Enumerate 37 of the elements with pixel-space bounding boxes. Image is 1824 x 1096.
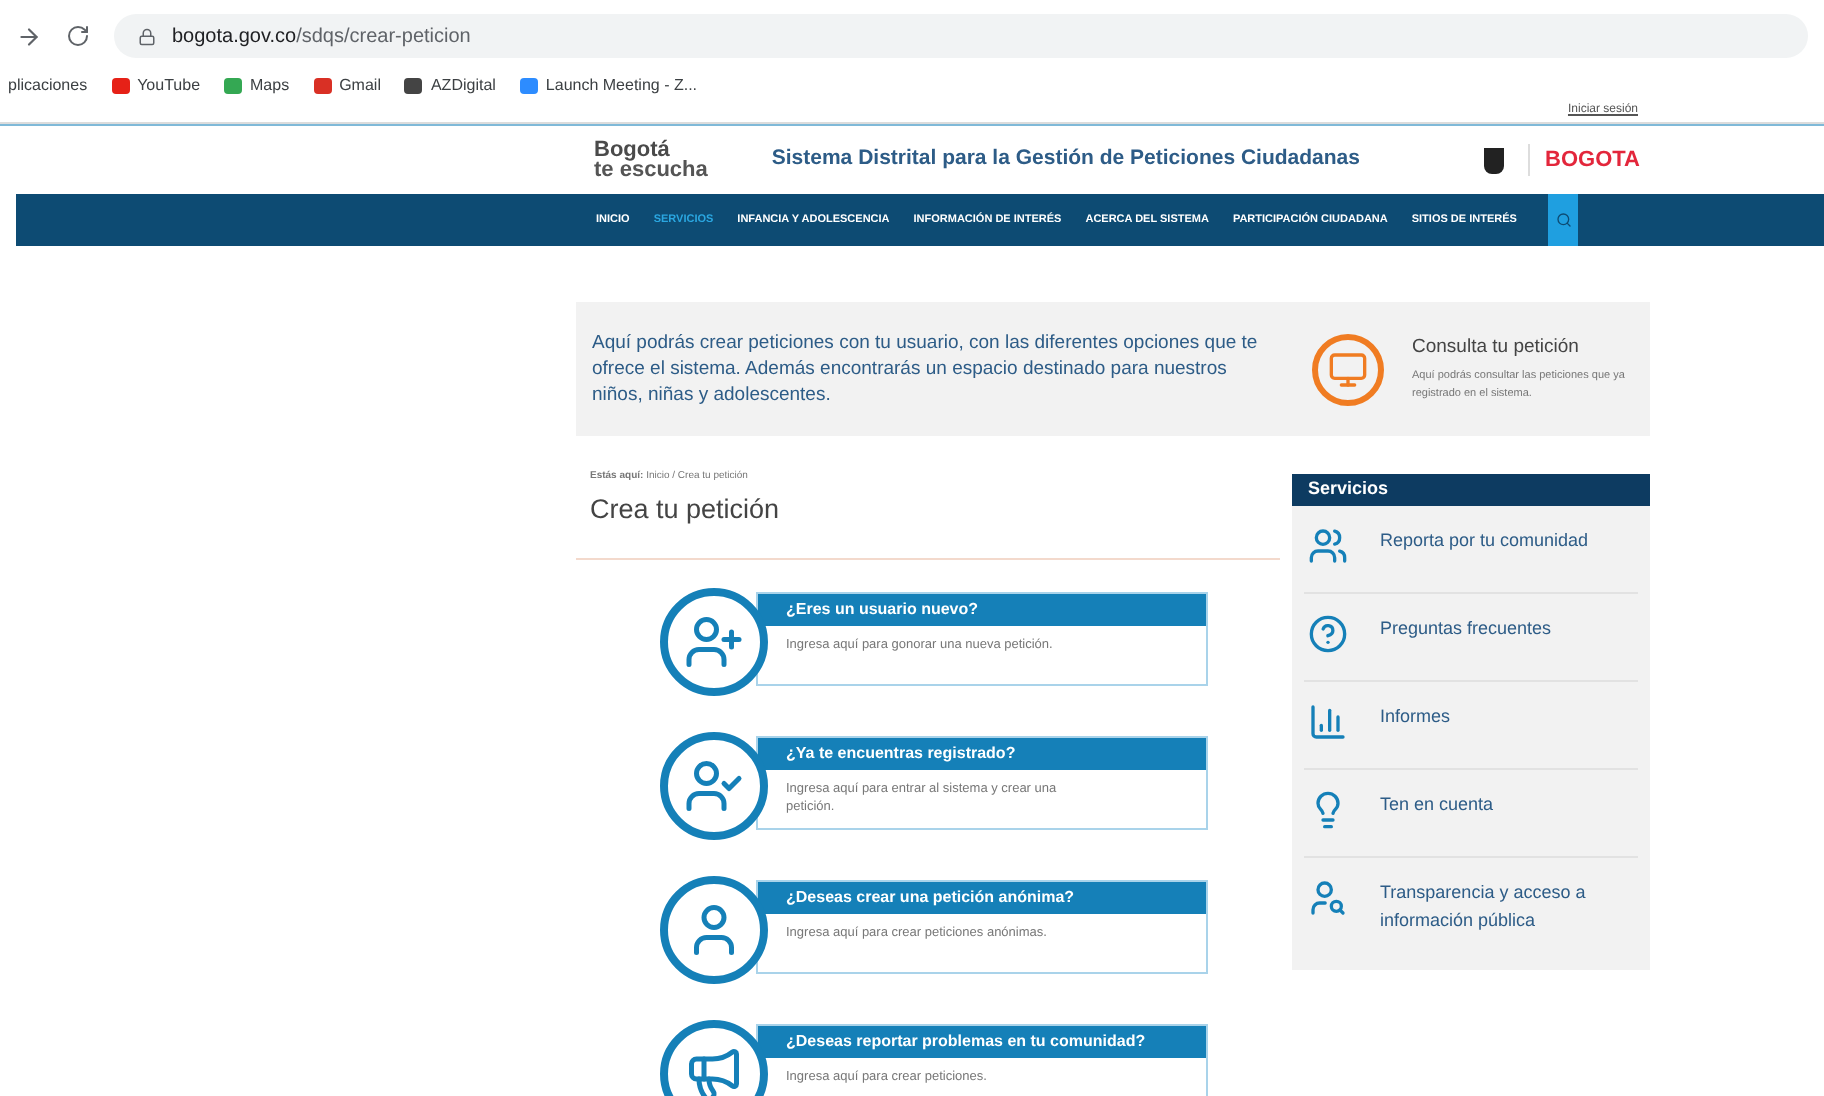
card-title: ¿Ya te encuentras registrado? xyxy=(758,737,1206,770)
brand-logo[interactable]: BOGOTA xyxy=(1527,143,1640,177)
user-check-icon xyxy=(684,755,744,816)
lock-icon xyxy=(138,27,156,45)
sidebar-link[interactable]: Reporta por tu comunidad xyxy=(1380,526,1620,554)
users-icon xyxy=(1308,526,1348,566)
reload-icon[interactable] xyxy=(66,24,90,48)
bookmark[interactable]: YouTube xyxy=(111,74,201,98)
user-plus-icon xyxy=(684,611,744,672)
bookmark[interactable]: Gmail xyxy=(313,74,381,98)
sidebar-link[interactable]: Informes xyxy=(1380,702,1620,730)
bookmark[interactable]: plicaciones xyxy=(8,74,88,98)
site-logo[interactable]: Bogotá te escucha xyxy=(594,140,708,180)
monitor-icon xyxy=(1328,349,1368,389)
consult-title[interactable]: Consulta tu petición xyxy=(1412,333,1632,363)
sidebar-title: Servicios xyxy=(1292,474,1650,506)
bookmark[interactable]: Launch Meeting - Z... xyxy=(519,74,698,98)
question-icon xyxy=(1308,614,1348,654)
search-icon xyxy=(1555,212,1572,228)
card-title: ¿Eres un usuario nuevo? xyxy=(758,593,1206,626)
url-text: bogota.gov.co/sdqs/crear-peticion xyxy=(172,23,471,51)
card-title: ¿Deseas reportar problemas en tu comunidad? xyxy=(758,1025,1206,1058)
intro-text: Aquí podrás crear peticiones con tu usuario, con las diferentes opciones que te ofrece el sistema. Además encontrarás un espacio destinado para nuestros niños, niñas y adolescentes. xyxy=(592,330,1260,408)
page-title: Crea tu petición xyxy=(576,489,1280,560)
sidebar-link[interactable]: Ten en cuenta xyxy=(1380,790,1620,818)
search-button[interactable] xyxy=(1548,194,1579,246)
forward-icon[interactable] xyxy=(16,23,42,49)
user-search-icon xyxy=(1308,878,1348,918)
sidebar-link[interactable]: Transparencia y acceso a información pública xyxy=(1380,878,1620,934)
address-bar[interactable]: bogota.gov.co/sdqs/crear-peticion xyxy=(114,14,1808,58)
megaphone-icon xyxy=(684,1043,744,1096)
bookmark[interactable]: AZDigital xyxy=(404,74,496,98)
bar-chart-icon xyxy=(1308,702,1348,742)
card-title: ¿Deseas crear una petición anónima? xyxy=(758,881,1206,914)
sidebar-link[interactable]: Preguntas frecuentes xyxy=(1380,614,1620,642)
site-title: Sistema Distrital para la Gestión de Peticiones Ciudadanas xyxy=(771,144,1360,175)
bookmark[interactable]: Maps xyxy=(224,74,290,98)
